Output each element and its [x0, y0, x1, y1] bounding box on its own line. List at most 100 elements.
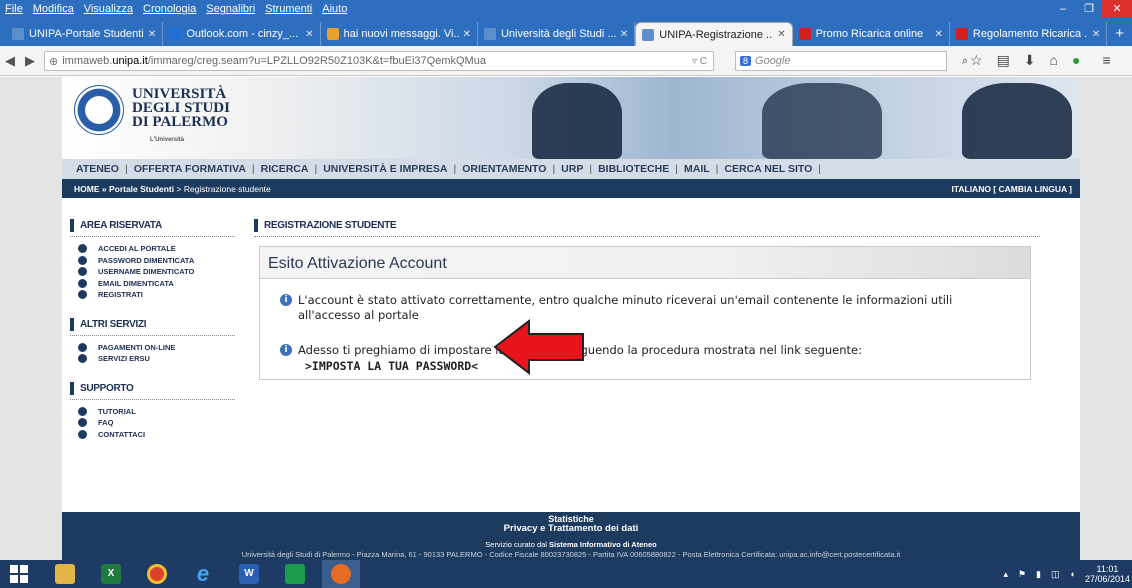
bookmarks-list-icon[interactable]: ▤	[997, 52, 1010, 69]
message-text: L'account è stato attivato correttamente…	[298, 293, 953, 322]
tab-close-icon[interactable]: ✕	[148, 29, 156, 40]
new-tab-button[interactable]: +	[1107, 22, 1132, 46]
privacy-link[interactable]: Privacy e Trattamento dei dati	[62, 524, 1080, 534]
word-taskbar[interactable]: W	[230, 560, 268, 588]
tray-arrow-icon[interactable]: ▴	[1003, 569, 1008, 580]
menu-item-file[interactable]: File	[0, 3, 28, 15]
university-seal-logo[interactable]	[74, 85, 124, 135]
tab-close-icon[interactable]: ✕	[1092, 29, 1100, 40]
addon-icon[interactable]: ●	[1072, 52, 1080, 69]
topnav-item[interactable]: MAIL	[678, 163, 716, 175]
sidebar-item[interactable]: USERNAME DIMENTICATO	[70, 266, 235, 278]
search-engine-icon[interactable]: 8	[740, 56, 752, 66]
word-icon: W	[239, 564, 259, 584]
store-icon	[285, 564, 305, 584]
excel-icon: X	[101, 564, 121, 584]
store-taskbar[interactable]	[276, 560, 314, 588]
topnav-item[interactable]: OFFERTA FORMATIVA	[128, 163, 252, 175]
sidebar-section-supporto: SUPPORTO	[70, 381, 235, 400]
tab-close-icon[interactable]: ✕	[935, 29, 943, 40]
clock[interactable]: 11:01 27/06/2014	[1085, 564, 1130, 584]
topnav-item[interactable]: CERCA NEL SITO	[718, 163, 818, 175]
sidebar-item-label: CONTATTACI	[98, 429, 146, 439]
topnav-item[interactable]: ATENEO	[70, 163, 125, 175]
menu-item-cronologia[interactable]: Cronologia	[138, 3, 201, 15]
browser-tab[interactable]: Regolamento Ricarica ... ✕	[950, 22, 1108, 46]
sidebar-item[interactable]: TUTORIAL	[70, 406, 235, 418]
language-switch[interactable]: ITALIANO [ CAMBIA LINGUA ]	[951, 184, 1072, 194]
tab-close-icon[interactable]: ✕	[463, 29, 471, 40]
firefox-taskbar[interactable]	[322, 560, 360, 588]
menu-item-strumenti[interactable]: Strumenti	[260, 3, 317, 15]
university-name-line: UNIVERSITÀ	[132, 86, 227, 102]
sidebar-item[interactable]: PASSWORD DIMENTICATA	[70, 255, 235, 267]
tab-close-icon[interactable]: ✕	[777, 29, 785, 40]
sidebar-item[interactable]: REGISTRATI	[70, 289, 235, 301]
info-icon: i	[280, 294, 292, 306]
service-credit-name[interactable]: Sistema Informativo di Ateneo	[549, 540, 657, 549]
set-password-message: iAdesso ti preghiamo di impostare la pas…	[280, 343, 1015, 358]
reload-icon[interactable]: ▿ C	[692, 56, 707, 67]
topnav-item[interactable]: BIBLIOTECHE	[592, 163, 675, 175]
menu-item-modifica[interactable]: Modifica	[28, 3, 79, 15]
topnav-item[interactable]: ORIENTAMENTO	[456, 163, 552, 175]
start-button[interactable]	[0, 560, 38, 588]
set-password-link[interactable]: >IMPOSTA LA TUA PASSWORD<	[305, 359, 478, 373]
sidebar-item[interactable]: EMAIL DIMENTICATA	[70, 278, 235, 290]
tab-close-icon[interactable]: ✕	[305, 29, 313, 40]
menu-item-visualizza[interactable]: Visualizza	[79, 3, 138, 15]
sidebar-item[interactable]: CONTATTACI	[70, 429, 235, 441]
menu-item-segnalibri[interactable]: Segnalibri	[201, 3, 260, 15]
browser-tab[interactable]: Outlook.com - cinzy_... ✕	[163, 22, 321, 46]
tab-favicon-icon	[798, 28, 811, 40]
tab-label: hai nuovi messaggi. Vi...	[343, 28, 459, 40]
url-bar[interactable]: ⊕ immaweb. unipa.it/immareg/creg.seam?u=L…	[44, 51, 714, 71]
chrome-taskbar[interactable]	[138, 560, 176, 588]
bullet-icon	[78, 244, 87, 254]
battery-icon[interactable]: ▮	[1036, 569, 1041, 580]
network-icon[interactable]: ◫	[1051, 569, 1060, 580]
sidebar-item[interactable]: ACCEDI AL PORTALE	[70, 243, 235, 255]
tab-close-icon[interactable]: ✕	[620, 29, 628, 40]
browser-tab[interactable]: Promo Ricarica online ✕	[793, 22, 950, 46]
excel-taskbar[interactable]: X	[92, 560, 130, 588]
browser-tab[interactable]: hai nuovi messaggi. Vi... ✕	[321, 22, 478, 46]
bullet-icon	[78, 429, 87, 439]
service-credit: Servizio curato dal Sistema Informativo …	[62, 540, 1080, 550]
internet-explorer-taskbar[interactable]: e	[184, 560, 222, 588]
search-input[interactable]: 8 Google ⌕	[735, 51, 968, 71]
home-icon[interactable]: ⌂	[1050, 52, 1058, 69]
topnav-item[interactable]: URP	[555, 163, 589, 175]
browser-tab[interactable]: UNIPA-Portale Studenti ✕	[6, 22, 164, 46]
top-navigation: ATENEO | OFFERTA FORMATIVA | RICERCA | UNIVERS…	[62, 159, 1080, 179]
tab-favicon-icon	[483, 28, 496, 40]
browser-tab[interactable]: UNIPA-Registrazione ... ✕	[635, 22, 793, 46]
browser-tab[interactable]: Università degli Studi ... ✕	[478, 22, 636, 46]
forward-icon[interactable]: ▶	[20, 53, 40, 69]
footer-address: Università degli Studi di Palermo - Piaz…	[241, 550, 901, 559]
maximize-button[interactable]: ❐	[1076, 0, 1102, 18]
menu-icon[interactable]: ≡	[1102, 52, 1110, 69]
navigation-toolbar: ◀ ▶ ⊕ immaweb. unipa.it/immareg/creg.seam…	[0, 46, 1132, 76]
info-icon: i	[280, 344, 292, 356]
flag-icon[interactable]: ⚑	[1018, 569, 1026, 580]
sidebar-item[interactable]: FAQ	[70, 417, 235, 429]
menu-item-aiuto[interactable]: Aiuto	[317, 3, 352, 15]
download-icon[interactable]: ⬇	[1024, 52, 1036, 69]
bullet-icon	[78, 278, 87, 288]
sidebar-item[interactable]: SERVIZI ERSU	[70, 353, 235, 365]
breadcrumb-portal[interactable]: Portale Studenti	[109, 184, 174, 194]
minimize-button[interactable]: –	[1050, 0, 1076, 18]
file-explorer-taskbar[interactable]	[46, 560, 84, 588]
breadcrumb-home[interactable]: HOME	[74, 184, 100, 194]
back-icon[interactable]: ◀	[0, 53, 20, 69]
ie-icon: e	[196, 561, 210, 586]
topnav-item[interactable]: RICERCA	[255, 163, 315, 175]
university-name[interactable]: UNIVERSITÀ DEGLI STUDI DI PALERMO	[132, 86, 230, 130]
sidebar-item[interactable]: PAGAMENTI ON-LINE	[70, 342, 235, 354]
search-icon[interactable]: ⌕	[962, 55, 968, 68]
volume-icon[interactable]: ◖	[1070, 569, 1075, 579]
close-button[interactable]: ✕	[1102, 0, 1132, 18]
bookmark-star-icon[interactable]: ☆	[970, 52, 983, 69]
topnav-item[interactable]: UNIVERSITÀ E IMPRESA	[317, 163, 453, 175]
